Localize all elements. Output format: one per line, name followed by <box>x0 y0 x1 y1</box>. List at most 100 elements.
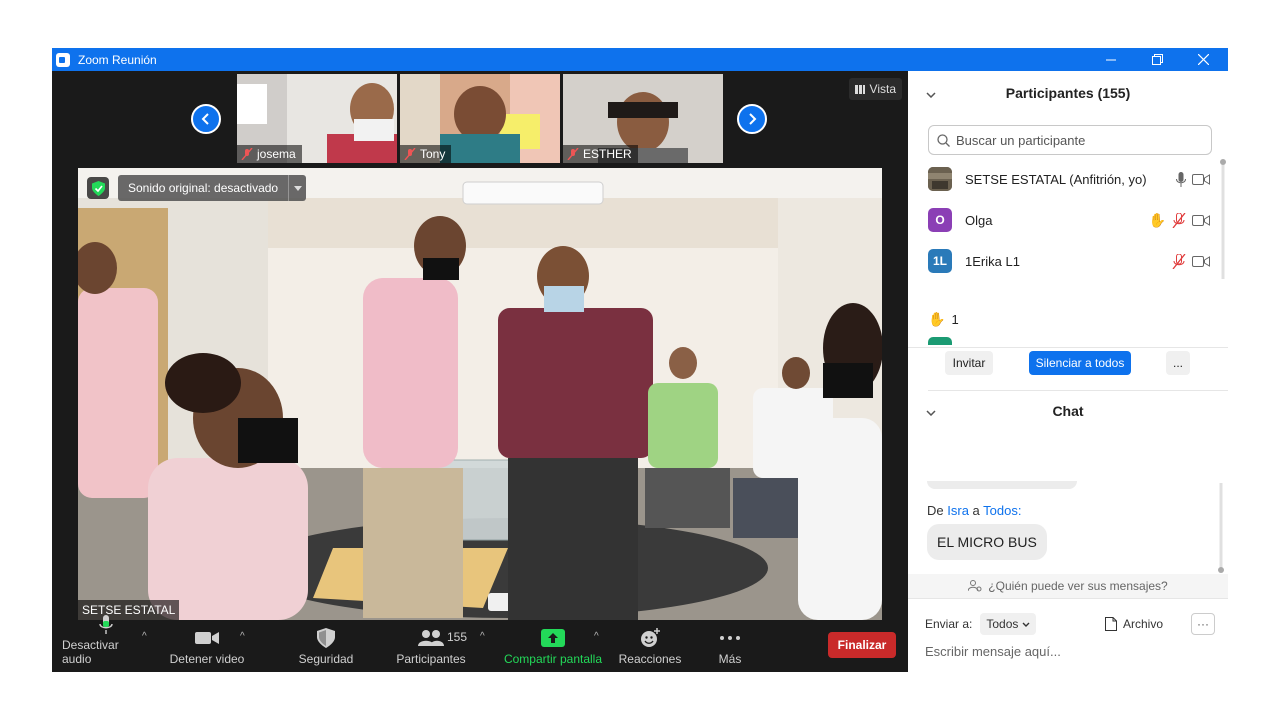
raised-hands-count: 1 <box>951 312 959 327</box>
security-button[interactable]: Seguridad <box>290 625 362 672</box>
dropdown-arrow-icon[interactable] <box>288 175 306 201</box>
participant-name: ESTHER <box>583 147 632 161</box>
file-icon <box>1105 617 1117 631</box>
participant-row[interactable]: SETSE ESTATAL (Anfitrión, yo) <box>908 159 1218 199</box>
participant-name-tag: ESTHER <box>563 145 638 163</box>
mic-muted-icon <box>567 148 579 160</box>
participants-options-caret[interactable]: ^ <box>480 631 485 642</box>
end-meeting-button[interactable]: Finalizar <box>828 632 896 658</box>
zoom-app-icon <box>56 52 70 67</box>
avatar-partial <box>928 337 952 345</box>
more-participant-options-button[interactable]: ... <box>1166 351 1190 375</box>
video-camera-icon[interactable] <box>1192 214 1210 226</box>
video-options-caret[interactable]: ^ <box>240 631 245 642</box>
who-can-see-label: ¿Quién puede ver sus mensajes? <box>988 579 1168 593</box>
video-camera-icon[interactable] <box>1192 255 1210 267</box>
raised-hand-icon: ✋ <box>928 311 946 327</box>
prev-page-button[interactable] <box>191 104 221 134</box>
participant-search-field[interactable] <box>928 125 1212 155</box>
grid-icon <box>854 84 865 94</box>
avatar <box>928 167 952 191</box>
minimize-icon <box>1106 59 1116 60</box>
raised-hands-counter: ✋ 1 <box>928 311 959 328</box>
participant-name: Tony <box>420 147 446 161</box>
chat-panel-title: Chat <box>1052 403 1084 419</box>
microphone-icon <box>99 615 113 634</box>
participants-count: 155 <box>447 630 468 644</box>
chat-to-prefix: a <box>972 503 980 518</box>
chat-message-header: De Isra a Todos: <box>927 503 1021 518</box>
security-label: Seguridad <box>298 652 354 666</box>
mic-muted-icon[interactable] <box>1172 212 1186 228</box>
more-chat-options-button[interactable]: ··· <box>1191 613 1215 635</box>
microphone-icon[interactable] <box>1176 171 1186 187</box>
original-sound-label: Sonido original: desactivado <box>128 181 279 195</box>
chat-scrollbar[interactable] <box>1218 483 1224 575</box>
restore-button[interactable] <box>1134 48 1180 71</box>
send-to-value: Todos <box>986 617 1019 631</box>
shield-icon <box>317 628 335 648</box>
participant-row[interactable]: 1L 1Erika L1 <box>908 241 1218 281</box>
mic-muted-icon <box>404 148 416 160</box>
close-button[interactable] <box>1180 48 1226 71</box>
mic-muted-icon <box>241 148 253 160</box>
security-shield[interactable] <box>87 177 109 199</box>
restore-icon <box>1151 54 1163 65</box>
participant-search-input[interactable] <box>956 132 1196 148</box>
chevron-left-icon <box>201 113 209 125</box>
meeting-toolbar: Desactivar audio ^ Detener video ^ Segur… <box>52 615 908 672</box>
close-icon <box>1197 54 1209 65</box>
chevron-down-icon <box>1022 622 1030 627</box>
file-button[interactable]: Archivo <box>1105 617 1163 631</box>
reactions-button[interactable]: Reacciones <box>616 625 684 672</box>
video-area: josema Tony ESTHER Vista Sonido original… <box>52 71 908 625</box>
participants-panel-title: Participantes (155) <box>1005 85 1131 101</box>
file-label: Archivo <box>1123 617 1164 631</box>
view-button-label: Vista <box>869 82 896 96</box>
minimize-button[interactable] <box>1088 48 1134 71</box>
participant-thumbnail[interactable]: josema <box>237 74 397 163</box>
invite-button[interactable]: Invitar <box>945 351 993 375</box>
more-button[interactable]: Más <box>704 625 756 672</box>
view-button[interactable]: Vista <box>848 78 902 100</box>
divider <box>908 347 1228 348</box>
chat-recipient[interactable]: Todos: <box>983 503 1021 518</box>
audio-options-caret[interactable]: ^ <box>142 631 147 642</box>
reactions-label: Reacciones <box>618 652 682 666</box>
chat-message-bubble: EL MICRO BUS <box>927 524 1047 560</box>
video-frame-image <box>78 168 882 620</box>
video-camera-icon[interactable] <box>1192 173 1210 185</box>
send-to-dropdown[interactable]: Todos <box>980 613 1037 635</box>
video-camera-icon <box>195 632 219 644</box>
participant-thumbnail[interactable]: ESTHER <box>563 74 723 163</box>
next-page-button[interactable] <box>737 104 767 134</box>
share-options-caret[interactable]: ^ <box>594 631 599 642</box>
chevron-down-icon[interactable] <box>926 85 936 101</box>
chat-from-prefix: De <box>927 503 944 518</box>
participant-name: SETSE ESTATAL (Anfitrión, yo) <box>965 171 1147 187</box>
active-speaker-video: Sonido original: desactivado SETSE ESTAT… <box>78 168 882 620</box>
participant-row[interactable]: O Olga ✋ <box>908 200 1218 240</box>
participant-name: Olga <box>965 212 993 228</box>
previous-message-bubble <box>927 481 1077 489</box>
who-can-see-messages[interactable]: ¿Quién puede ver sus mensajes? <box>908 574 1228 598</box>
original-sound-button[interactable]: Sonido original: desactivado <box>118 175 307 201</box>
participants-scrollbar[interactable] <box>1220 159 1226 279</box>
speaker-name-tag: SETSE ESTATAL <box>78 600 180 620</box>
share-screen-button[interactable]: Compartir pantalla <box>500 625 606 672</box>
mute-all-button[interactable]: Silenciar a todos <box>1029 351 1131 375</box>
chevron-down-icon[interactable] <box>926 403 936 419</box>
search-icon <box>937 133 950 147</box>
divider <box>908 598 1228 599</box>
share-screen-label: Compartir pantalla <box>503 652 603 666</box>
participant-name: josema <box>257 147 296 161</box>
mic-muted-icon[interactable] <box>1172 253 1186 269</box>
user-eye-icon <box>968 580 982 592</box>
stop-video-button[interactable]: Detener video <box>164 625 250 672</box>
participant-thumbnail[interactable]: Tony <box>400 74 560 163</box>
avatar: O <box>928 208 952 232</box>
more-dots-icon <box>720 636 740 640</box>
chat-message-input[interactable] <box>925 641 1215 661</box>
mute-audio-button[interactable]: Desactivar audio <box>62 615 150 672</box>
chat-sender[interactable]: Isra <box>947 503 969 518</box>
